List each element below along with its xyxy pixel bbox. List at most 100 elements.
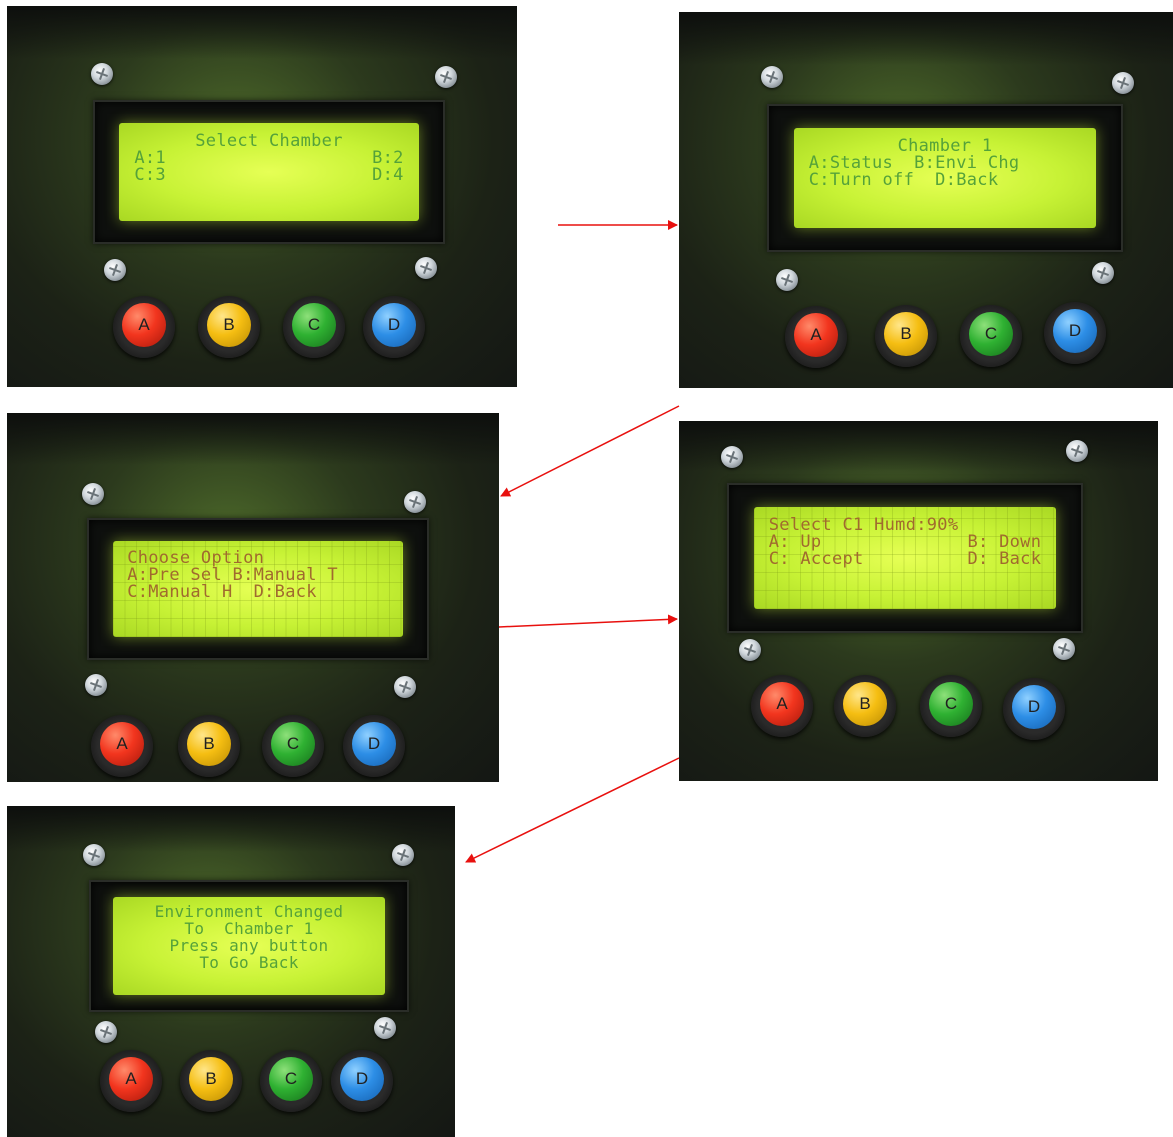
button-c: C [920, 675, 982, 737]
lcd-bezel: Environment Changed To Chamber 1 Press a… [89, 880, 409, 1012]
button-a-cap: A [109, 1057, 153, 1101]
button-d-cap: D [1053, 309, 1097, 353]
screw-icon [392, 844, 414, 866]
button-a: A [785, 306, 847, 368]
screw-icon [394, 676, 416, 698]
screw-icon [82, 483, 104, 505]
screw-icon [95, 1021, 117, 1043]
button-d: D [1003, 678, 1065, 740]
lcd-bezel: Choose Option A:Pre Sel B:Manual T C:Man… [87, 518, 429, 660]
screw-icon [404, 491, 426, 513]
lcd-screen: Select Chamber A:1 B:2 C:3 D:4 [119, 123, 419, 221]
screw-icon [83, 844, 105, 866]
button-a: A [751, 675, 813, 737]
screw-icon [104, 259, 126, 281]
screw-icon [374, 1017, 396, 1039]
lcd-text-right: D:4 [372, 164, 404, 185]
panel-shadow [7, 806, 455, 853]
button-d: D [363, 296, 425, 358]
button-d: D [331, 1050, 393, 1112]
device-photo-select-humidity: Select C1 Humd:90% A: Up B: Down C: Acce… [679, 421, 1158, 781]
lcd-text-chamber-1: Chamber 1 A:Status B:Envi Chg C:Turn off… [808, 137, 1082, 221]
button-b: B [180, 1050, 242, 1112]
lcd-line: To Chamber 1 [184, 919, 314, 939]
button-a-cap: A [794, 313, 838, 357]
button-b: B [875, 305, 937, 367]
lcd-line: A:1 B:2 [134, 149, 403, 167]
button-c: C [960, 305, 1022, 367]
lcd-text-select-chamber: Select Chamber A:1 B:2 C:3 D:4 [134, 130, 404, 213]
lcd-text-left: C: Accept [768, 549, 864, 570]
button-d: D [1044, 302, 1106, 364]
button-b-cap: B [187, 722, 231, 766]
button-b: B [834, 675, 896, 737]
screw-icon [1053, 638, 1075, 660]
button-c: C [260, 1050, 322, 1112]
button-a: A [100, 1050, 162, 1112]
button-b-cap: B [189, 1057, 233, 1101]
button-c: C [262, 715, 324, 777]
lcd-line: Select Chamber [195, 130, 343, 151]
lcd-text-environment-changed: Environment Changed To Chamber 1 Press a… [127, 903, 372, 987]
screw-icon [415, 257, 437, 279]
button-b-cap: B [884, 312, 928, 356]
button-d-cap: D [352, 722, 396, 766]
lcd-screen: Choose Option A:Pre Sel B:Manual T C:Man… [112, 540, 404, 638]
button-b: B [178, 715, 240, 777]
screw-icon [761, 66, 783, 88]
button-b: B [198, 296, 260, 358]
button-c: C [283, 296, 345, 358]
button-c-cap: C [271, 722, 315, 766]
panel-shadow [7, 413, 499, 465]
button-c-cap: C [969, 312, 1013, 356]
arrow-chamber-to-options [500, 405, 680, 497]
button-c-cap: C [269, 1057, 313, 1101]
button-d-cap: D [372, 303, 416, 347]
lcd-line: To Go Back [199, 953, 299, 973]
screw-icon [1092, 262, 1114, 284]
button-a-cap: A [760, 682, 804, 726]
lcd-line: Press any button [169, 936, 329, 956]
device-photo-choose-option: Choose Option A:Pre Sel B:Manual T C:Man… [7, 413, 499, 782]
screw-icon [85, 674, 107, 696]
lcd-text-right: D: Back [967, 549, 1042, 570]
lcd-line: Environment Changed [154, 902, 344, 922]
lcd-bezel: Select Chamber A:1 B:2 C:3 D:4 [93, 100, 445, 244]
lcd-line: C: Accept D: Back [769, 551, 1042, 568]
screw-icon [721, 446, 743, 468]
button-b-cap: B [207, 303, 251, 347]
screw-icon [739, 639, 761, 661]
lcd-line: C:3 D:4 [134, 164, 404, 185]
device-photo-chamber-1: Chamber 1 A:Status B:Envi Chg C:Turn off… [679, 12, 1173, 388]
button-a: A [113, 296, 175, 358]
lcd-line: C:Turn off D:Back [808, 169, 999, 190]
lcd-screen: Select C1 Humd:90% A: Up B: Down C: Acce… [753, 506, 1057, 610]
lcd-screen: Environment Changed To Chamber 1 Press a… [113, 897, 385, 995]
screw-icon [1112, 72, 1134, 94]
button-d-cap: D [340, 1057, 384, 1101]
lcd-screen: Chamber 1 A:Status B:Envi Chg C:Turn off… [793, 127, 1097, 229]
screw-icon [776, 269, 798, 291]
screw-icon [435, 66, 457, 88]
lcd-bezel: Select C1 Humd:90% A: Up B: Down C: Acce… [727, 483, 1083, 633]
button-c-cap: C [929, 682, 973, 726]
lcd-bezel: Chamber 1 A:Status B:Envi Chg C:Turn off… [767, 104, 1123, 252]
device-photo-select-chamber: Select Chamber A:1 B:2 C:3 D:4 A B C D [7, 6, 517, 387]
lcd-text-choose-option: Choose Option A:Pre Sel B:Manual T C:Man… [127, 550, 389, 629]
button-a-cap: A [122, 303, 166, 347]
button-a: A [91, 715, 153, 777]
screw-icon [91, 63, 113, 85]
lcd-line: C:Manual H D:Back [127, 582, 317, 603]
panel-shadow [679, 12, 1173, 65]
button-d-cap: D [1012, 685, 1056, 729]
screw-icon [1066, 440, 1088, 462]
panel-shadow [7, 6, 517, 60]
lcd-text-select-humidity: Select C1 Humd:90% A: Up B: Down C: Acce… [769, 517, 1042, 601]
arrow-options-to-humidity [498, 614, 678, 628]
button-d: D [343, 715, 405, 777]
device-photo-environment-changed: Environment Changed To Chamber 1 Press a… [7, 806, 455, 1137]
button-a-cap: A [100, 722, 144, 766]
button-b-cap: B [843, 682, 887, 726]
lcd-text-left: C:3 [134, 164, 166, 185]
button-c-cap: C [292, 303, 336, 347]
